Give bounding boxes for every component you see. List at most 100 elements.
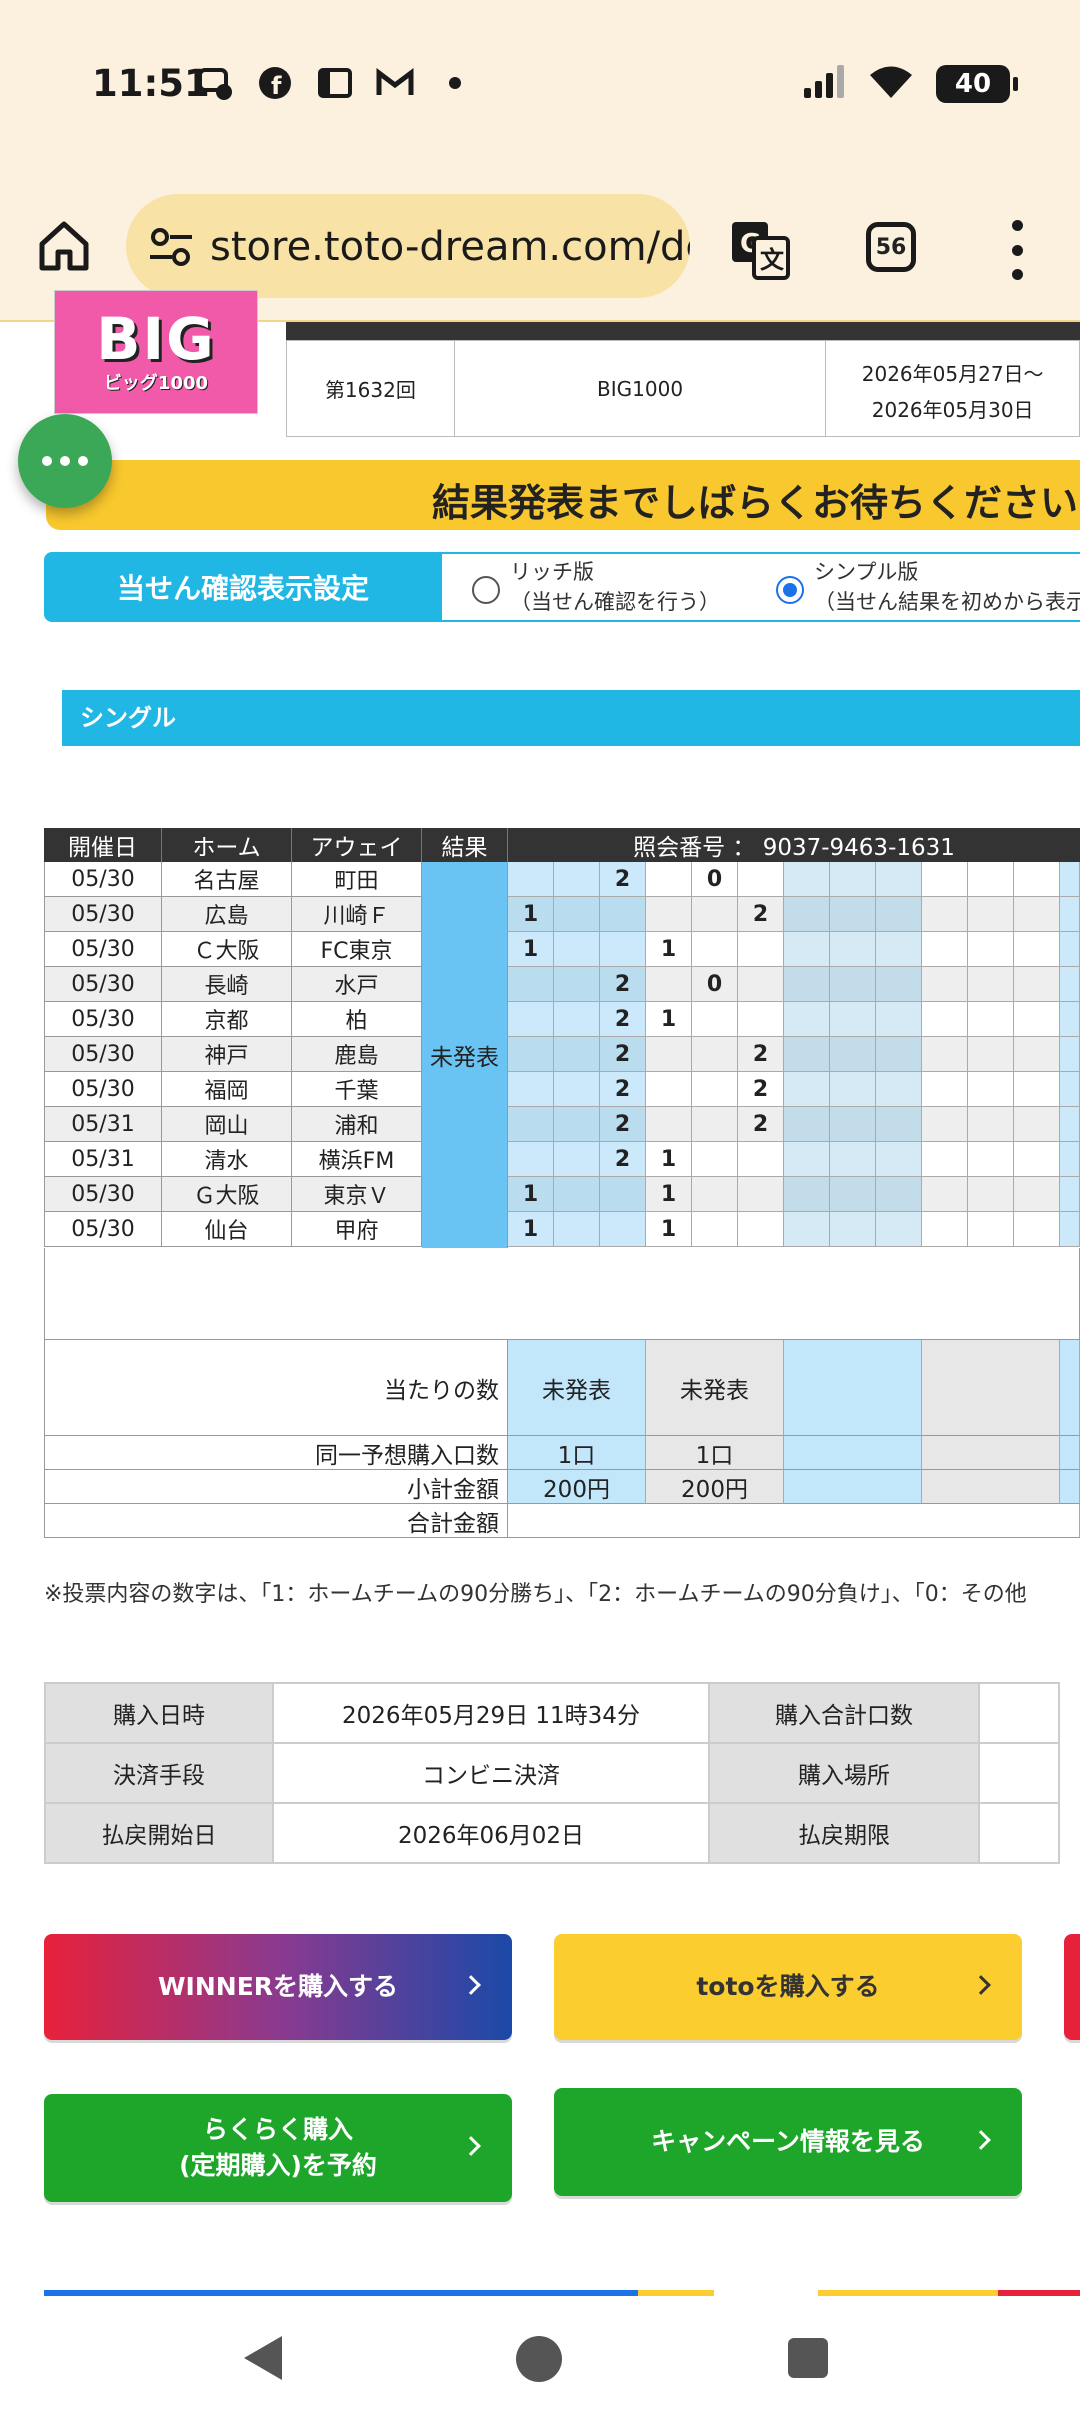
more-notifications-dot-icon	[436, 64, 474, 102]
pick-cell	[968, 932, 1014, 967]
payment-method-value: コンビニ決済	[272, 1742, 710, 1804]
pick-cell	[554, 1002, 600, 1037]
decor-stripe-blue	[44, 2290, 638, 2296]
pick-cell	[554, 967, 600, 1002]
away-team: 柏	[292, 1002, 422, 1037]
pick-cell	[784, 1212, 830, 1247]
campaign-info-button[interactable]: キャンペーン情報を見る	[554, 2088, 1022, 2196]
home-circle-icon[interactable]	[516, 2336, 562, 2382]
pick-cell	[646, 967, 692, 1002]
pick-cell	[646, 897, 692, 932]
pick-cell	[968, 1142, 1014, 1177]
pick-cell	[922, 1212, 968, 1247]
away-team: FC東京	[292, 932, 422, 967]
rich-version-desc: （当せん確認を行う）	[510, 590, 720, 614]
pick-cell: 2	[600, 967, 646, 1002]
match-date: 05/30	[44, 932, 162, 967]
decor-stripe-yellow-2	[818, 2290, 998, 2296]
match-date: 05/30	[44, 897, 162, 932]
pick-cell	[1014, 862, 1060, 897]
wins-value-2: 未発表	[646, 1340, 784, 1436]
buy-winner-button[interactable]: WINNERを購入する	[44, 1934, 512, 2040]
match-date: 05/30	[44, 1037, 162, 1072]
pick-cell: 2	[738, 1107, 784, 1142]
match-date: 05/31	[44, 1142, 162, 1177]
pick-cell	[554, 1212, 600, 1247]
pick-cell	[922, 1177, 968, 1212]
site-settings-icon[interactable]	[148, 224, 194, 270]
buy-toto-button[interactable]: totoを購入する	[554, 1934, 1022, 2040]
partial-next-button[interactable]	[1064, 1934, 1080, 2040]
buy-toto-label: totoを購入する	[696, 1972, 880, 2001]
pick-cell	[876, 1037, 922, 1072]
pick-cell: 0	[692, 862, 738, 897]
svg-text:f: f	[271, 72, 282, 100]
pick-cell	[1060, 897, 1080, 932]
pick-cell	[968, 1072, 1014, 1107]
pick-cell: 2	[600, 1107, 646, 1142]
match-date: 05/30	[44, 1002, 162, 1037]
home-team: 福岡	[162, 1072, 292, 1107]
match-date: 05/30	[44, 1072, 162, 1107]
pick-cell: 2	[738, 897, 784, 932]
subtotal-value-3	[784, 1470, 922, 1504]
pick-cell	[876, 1107, 922, 1142]
pick-cell	[554, 862, 600, 897]
pick-cell	[784, 1072, 830, 1107]
pick-cell	[646, 1037, 692, 1072]
period-end: 2026年05月30日	[871, 397, 1034, 422]
pick-cell: 1	[646, 1142, 692, 1177]
total-value	[508, 1504, 1080, 1538]
url-bar[interactable]: store.toto-dream.com/dc	[126, 194, 690, 298]
pick-cell: 0	[692, 967, 738, 1002]
translate-icon[interactable]: G文	[728, 218, 792, 282]
rakuraku-reserve-button[interactable]: らくらく購入 (定期購入)を予約	[44, 2094, 512, 2202]
decor-stripe-yellow	[638, 2290, 714, 2296]
home-icon[interactable]	[36, 218, 92, 274]
pick-cell: 1	[508, 897, 554, 932]
pick-cell	[968, 897, 1014, 932]
pick-cell	[876, 1072, 922, 1107]
purchase-date-label: 購入日時	[44, 1682, 274, 1744]
pick-cell	[1014, 1107, 1060, 1142]
total-units-label: 購入合計口数	[708, 1682, 980, 1744]
tab-switcher-button[interactable]: 56	[866, 222, 916, 272]
match-date: 05/30	[44, 1177, 162, 1212]
pick-cell	[1014, 967, 1060, 1002]
wins-value-4	[922, 1340, 1060, 1436]
date-column-header: 開催日	[44, 828, 162, 862]
status-time: 11:51	[92, 62, 210, 105]
simple-version-radio[interactable]	[776, 576, 804, 604]
pick-cell	[968, 967, 1014, 1002]
recent-apps-icon[interactable]	[788, 2338, 828, 2378]
pick-cell	[738, 1212, 784, 1247]
rich-version-radio[interactable]	[472, 576, 500, 604]
floating-menu-button[interactable]	[18, 414, 112, 508]
home-team: 清水	[162, 1142, 292, 1177]
pick-cell: 2	[600, 862, 646, 897]
pick-cell	[1014, 1142, 1060, 1177]
pick-cell	[600, 1177, 646, 1212]
more-menu-icon[interactable]	[998, 220, 1036, 280]
pick-cell: 1	[646, 1002, 692, 1037]
rakuraku-label-line1: らくらく購入	[202, 2115, 353, 2144]
pick-cell	[692, 1177, 738, 1212]
chat-notification-icon	[196, 64, 234, 102]
campaign-label: キャンペーン情報を見る	[651, 2127, 925, 2156]
pick-cell	[830, 897, 876, 932]
pick-cell	[968, 1212, 1014, 1247]
pick-cell	[830, 1037, 876, 1072]
pick-cell: 2	[600, 1142, 646, 1177]
big-logo-text: BIG	[96, 305, 216, 373]
pick-cell	[738, 1177, 784, 1212]
pick-cell	[1060, 1037, 1080, 1072]
pick-cell	[830, 1142, 876, 1177]
pick-cell: 1	[508, 932, 554, 967]
wins-label: 当たりの数	[44, 1340, 508, 1436]
back-icon[interactable]	[244, 2336, 282, 2380]
product-cell: BIG1000	[453, 340, 827, 437]
pick-cell	[830, 1072, 876, 1107]
pick-cell	[600, 897, 646, 932]
url-text: store.toto-dream.com/dc	[210, 224, 690, 270]
refund-deadline-value	[978, 1802, 1060, 1864]
